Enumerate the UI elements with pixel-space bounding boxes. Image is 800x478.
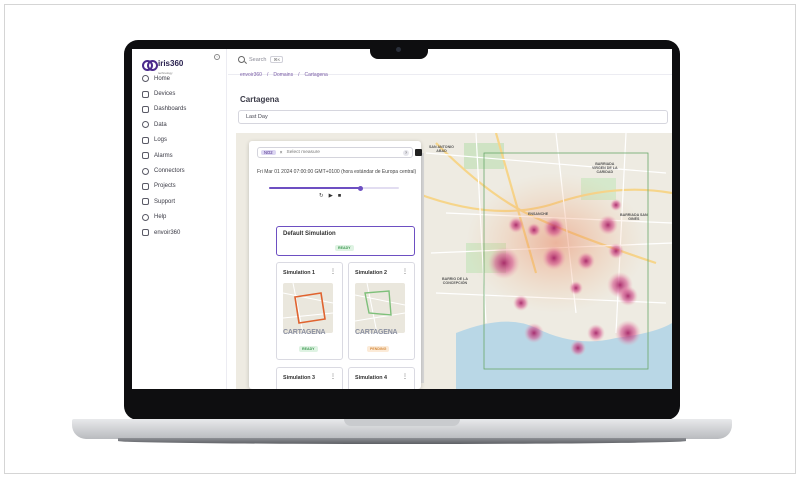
breadcrumb-separator: / <box>266 72 269 78</box>
measure-input[interactable]: Select measure <box>287 150 320 155</box>
timeline-slider[interactable] <box>269 185 399 191</box>
simulation-thumbnail <box>355 283 405 333</box>
timeline-fill <box>269 187 360 189</box>
play-icon[interactable]: ▶ <box>329 193 333 199</box>
stop-icon[interactable]: ■ <box>338 193 341 199</box>
simulation-title: Simulation 4 <box>355 375 388 381</box>
simulation-thumbnail <box>283 283 333 333</box>
timeline-knob[interactable] <box>357 185 363 191</box>
simulation-title: Simulation 3 <box>283 375 316 381</box>
status-badge: READY <box>335 245 354 251</box>
thumbnail-brand: CARTAGENA <box>355 329 398 336</box>
breadcrumb: envoir360 / Domains / Cartagena <box>240 72 328 78</box>
kebab-menu-icon[interactable]: ⋮ <box>402 374 408 380</box>
map-label-barrio-concepcion: BARRIO DE LA CONCEPCIÓN <box>442 277 468 285</box>
map-label-ensanche: ENSANCHE <box>528 212 549 216</box>
simulation-card[interactable]: Simulation 4 ⋮ <box>348 367 415 389</box>
measure-chip-label: NO2 <box>264 150 273 155</box>
laptop-opening-groove <box>344 419 460 426</box>
layers-icon[interactable] <box>415 149 422 156</box>
breadcrumb-separator: / <box>298 72 300 78</box>
thumbnail-brand: CARTAGENA <box>283 329 326 336</box>
simulation-title: Simulation 2 <box>355 270 388 276</box>
map-label-barriada-san-gines: BARRIADA SAN GINÉS <box>620 213 648 221</box>
breadcrumb-item: Cartagena <box>304 72 328 78</box>
simulation-card[interactable]: Simulation 2 ⋮ CARTAGENA PENDING <box>348 262 415 360</box>
breadcrumb-item[interactable]: Domains <box>273 72 293 78</box>
main-content: envoir360 / Domains / Cartagena Cartagen… <box>132 49 672 389</box>
map-label-barriada: BARRIADA VIRGEN DE LA CARIDAD <box>592 162 618 174</box>
default-simulation-card[interactable]: Default Simulation READY <box>276 226 415 256</box>
laptop-foot <box>118 438 686 444</box>
status-badge: PENDING <box>367 346 390 352</box>
replay-icon[interactable]: ↻ <box>319 193 324 199</box>
period-select[interactable]: Last Day <box>238 110 668 124</box>
kebab-menu-icon[interactable]: ⋮ <box>402 269 408 275</box>
page-title: Cartagena <box>240 95 280 104</box>
breadcrumb-item[interactable]: envoir360 <box>240 72 262 78</box>
remove-chip-icon[interactable]: × <box>280 150 283 156</box>
thumbnail-map <box>355 283 405 333</box>
simulation-card[interactable]: Simulation 1 ⋮ CARTAGENA READY <box>276 262 343 360</box>
simulation-card[interactable]: Simulation 3 ⋮ <box>276 367 343 389</box>
map-label-san-antonio: SAN ANTONIO ABAD <box>429 145 454 153</box>
camera-notch <box>370 41 428 59</box>
help-icon[interactable]: ? <box>403 150 409 156</box>
status-badge: READY <box>299 346 318 352</box>
measure-chip[interactable]: NO2 <box>261 150 276 155</box>
default-simulation-title: Default Simulation <box>283 231 336 237</box>
kebab-menu-icon[interactable]: ⋮ <box>330 374 336 380</box>
playback-controls: ↻ ▶ ■ <box>319 193 341 199</box>
simulation-panel: NO2 × Select measure ? Fri Mar 01 2024 0… <box>249 141 421 389</box>
simulation-title: Simulation 1 <box>283 270 316 276</box>
kebab-menu-icon[interactable]: ⋮ <box>330 269 336 275</box>
thumbnail-map <box>283 283 333 333</box>
simulation-timestamp: Fri Mar 01 2024 07:00:00 GMT+0100 (hora … <box>257 169 417 175</box>
measure-selector[interactable]: NO2 × Select measure ? <box>257 147 413 158</box>
